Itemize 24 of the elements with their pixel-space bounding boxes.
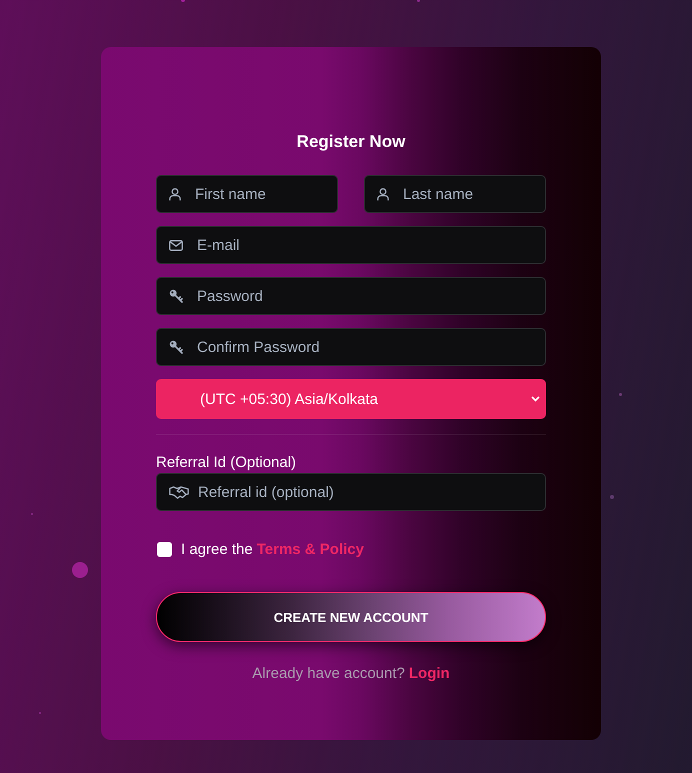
timezone-select[interactable]: (UTC +05:30) Asia/Kolkata xyxy=(156,379,546,419)
dot-icon xyxy=(610,495,614,499)
email-field[interactable]: E-mail xyxy=(156,226,546,264)
key-icon xyxy=(169,340,183,354)
handshake-icon xyxy=(169,486,189,498)
key-icon xyxy=(169,289,183,303)
envelope-icon xyxy=(169,240,183,250)
name-field[interactable]: First name xyxy=(156,175,338,213)
referral-field[interactable]: Referral id (optional) xyxy=(156,473,546,511)
person-icon xyxy=(169,188,181,200)
password-field[interactable]: Confirm Password xyxy=(156,328,546,366)
person-icon xyxy=(377,188,389,200)
form-title: Register Now xyxy=(296,131,406,153)
agree-label: I agree the xyxy=(181,540,253,558)
login-prompt-text: Already have account? xyxy=(252,665,405,682)
agree-checkbox[interactable] xyxy=(157,542,172,556)
field-label: Referral Id (Optional) xyxy=(156,454,296,472)
dot-icon xyxy=(618,392,622,396)
password-field[interactable]: Password xyxy=(156,277,546,315)
dot-icon xyxy=(72,562,88,578)
login-link[interactable]: Login xyxy=(408,665,450,682)
name-field[interactable]: Last name xyxy=(364,175,546,213)
create-account-button[interactable]: CREATE NEW ACCOUNT xyxy=(156,592,546,642)
chevron-down-icon xyxy=(531,396,540,402)
